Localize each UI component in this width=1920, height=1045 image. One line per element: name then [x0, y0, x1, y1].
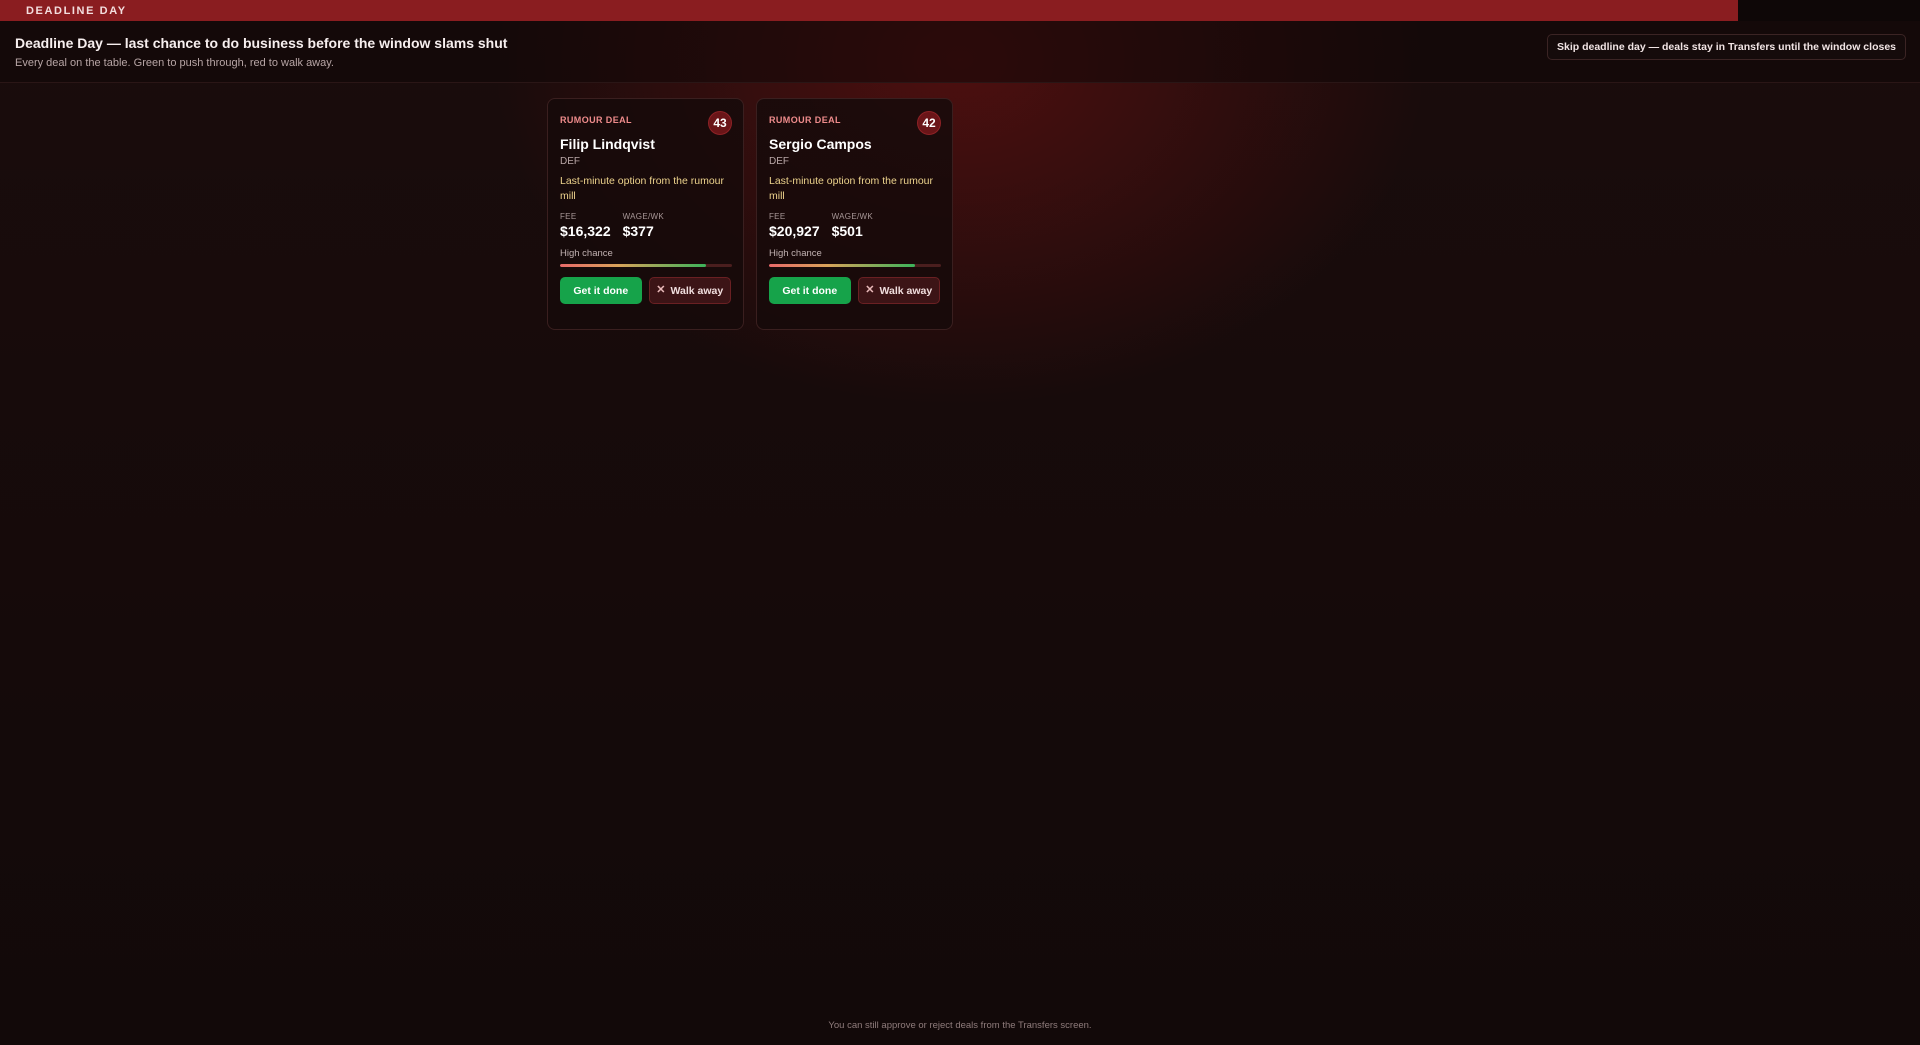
- close-icon: ✕: [865, 284, 875, 296]
- walk-away-label: Walk away: [670, 284, 724, 297]
- wage-value: $377: [622, 223, 654, 239]
- fee-stat: FEE $20,927: [769, 212, 820, 239]
- deal-card: RUMOUR DEAL 42 Sergio Campos DEF Last-mi…: [756, 98, 953, 330]
- player-name: Sergio Campos: [769, 136, 872, 152]
- banner-edge: [1738, 0, 1920, 21]
- wage-stat: WAGE/WK $501: [832, 212, 873, 239]
- deal-type: RUMOUR DEAL: [769, 115, 841, 125]
- player-name: Filip Lindqvist: [560, 136, 655, 152]
- deal-note: Last-minute option from the rumour mill: [560, 175, 724, 202]
- footer-note: You can still approve or reject deals fr…: [828, 1020, 1092, 1031]
- wage-stat: WAGE/WK $377: [623, 212, 664, 239]
- page-subtitle: Every deal on the table. Green to push t…: [15, 57, 334, 69]
- deal-type: RUMOUR DEAL: [560, 115, 632, 125]
- wage-value: $501: [831, 223, 863, 239]
- get-it-done-button[interactable]: Get it done: [769, 277, 851, 304]
- deal-actions: Get it done ✕ Walk away: [560, 277, 731, 304]
- chance-bar-fill: [560, 264, 707, 267]
- deal-stats: FEE $16,322 WAGE/WK $377: [560, 212, 731, 239]
- banner-label: DEADLINE DAY: [26, 4, 127, 17]
- deadline-day-banner: DEADLINE DAY: [0, 0, 1738, 21]
- player-rating-badge: 42: [917, 111, 941, 135]
- chance-bar: [560, 264, 732, 267]
- deal-note: Last-minute option from the rumour mill: [769, 175, 933, 202]
- walk-away-button[interactable]: ✕ Walk away: [857, 277, 940, 304]
- fee-value: $20,927: [769, 223, 820, 239]
- page-header: Deadline Day — last chance to do busines…: [0, 21, 1920, 83]
- fee-stat: FEE $16,322: [560, 212, 611, 239]
- player-position: DEF: [769, 156, 789, 167]
- page-title: Deadline Day — last chance to do busines…: [15, 35, 508, 51]
- fee-label: FEE: [560, 212, 577, 221]
- chance-bar-fill: [769, 264, 916, 267]
- wage-label: WAGE/WK: [622, 212, 664, 221]
- wage-label: WAGE/WK: [831, 212, 873, 221]
- walk-away-label: Walk away: [879, 284, 933, 297]
- deal-stats: FEE $20,927 WAGE/WK $501: [769, 212, 940, 239]
- chance-label: High chance: [560, 248, 613, 259]
- close-icon: ✕: [656, 284, 666, 296]
- player-position: DEF: [560, 156, 580, 167]
- chance-bar: [769, 264, 941, 267]
- get-it-done-button[interactable]: Get it done: [560, 277, 642, 304]
- player-rating-badge: 43: [708, 111, 732, 135]
- chance-label: High chance: [769, 248, 822, 259]
- walk-away-button[interactable]: ✕ Walk away: [648, 277, 731, 304]
- skip-deadline-day-button[interactable]: Skip deadline day — deals stay in Transf…: [1546, 34, 1906, 60]
- fee-value: $16,322: [560, 223, 611, 239]
- fee-label: FEE: [769, 212, 786, 221]
- deal-card: RUMOUR DEAL 43 Filip Lindqvist DEF Last-…: [547, 98, 744, 330]
- deal-cards: RUMOUR DEAL 43 Filip Lindqvist DEF Last-…: [547, 98, 953, 330]
- deal-actions: Get it done ✕ Walk away: [769, 277, 940, 304]
